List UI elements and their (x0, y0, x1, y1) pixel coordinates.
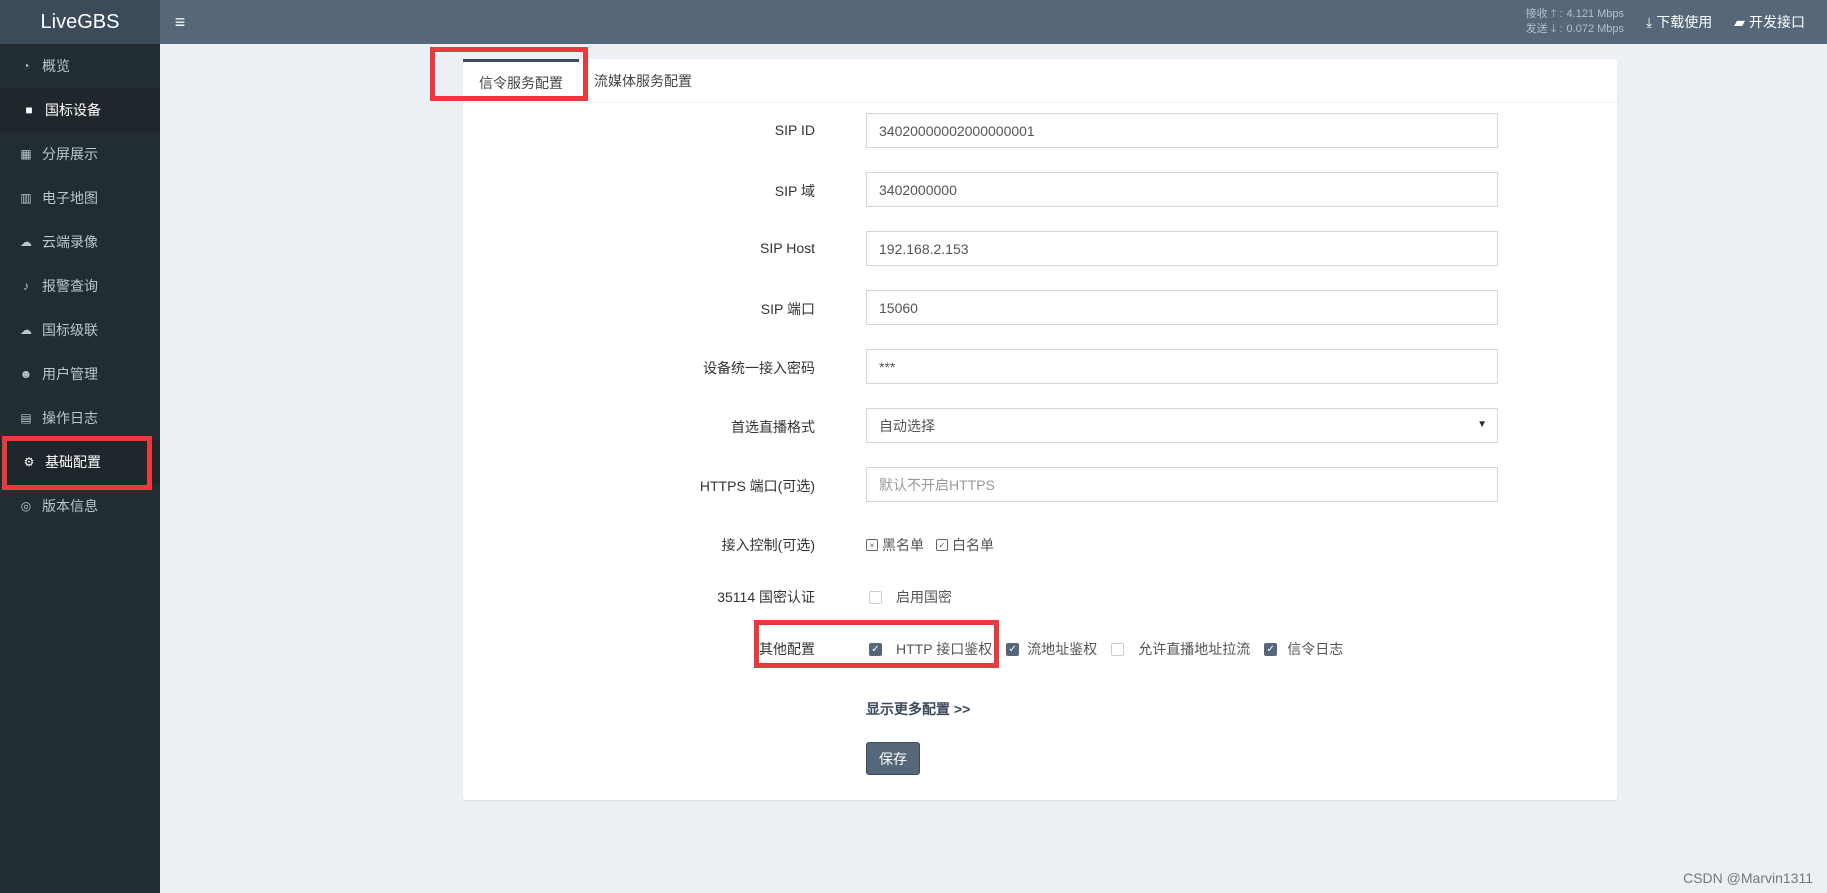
header-right: 接收 🡑 : 4.121 Mbps 发送 🡓 : 0.072 Mbps ⤓ 下载… (1526, 0, 1827, 44)
life-ring-icon: ◎ (20, 499, 32, 513)
save-button[interactable]: 保存 (866, 742, 920, 775)
sidebar-item-label: 版本信息 (42, 498, 98, 514)
watermark: CSDN @Marvin1311 (1683, 870, 1813, 886)
device-password-input[interactable]: *** (866, 349, 1498, 384)
gm-auth-options: 启用国密 (866, 587, 966, 607)
sidebar-item-split-screen[interactable]: ▦ 分屏展示 (0, 132, 160, 176)
sip-log-label: 信令日志 (1287, 641, 1344, 657)
send-label: 发送 🡓 : (1525, 23, 1563, 35)
https-port-input[interactable]: 默认不开启HTTPS (866, 467, 1498, 502)
sidebar-item-label: 基础配置 (45, 454, 101, 470)
send-value: 0.072 Mbps (1566, 23, 1625, 35)
show-more-config-link[interactable]: 显示更多配置 >> (866, 699, 970, 719)
enable-gm-label: 启用国密 (896, 589, 952, 605)
sidebar-item-alarm[interactable]: ♪ 报警查询 (0, 264, 160, 308)
sip-host-input[interactable]: 192.168.2.153 (866, 231, 1498, 266)
video-camera-icon: ■ (25, 103, 33, 117)
chevron-down-icon: ▼ (1477, 419, 1487, 430)
book-icon: ▰ (1734, 13, 1745, 30)
live-format-select[interactable]: 自动选择 ▼ (866, 408, 1498, 443)
live-format-value: 自动选择 (879, 417, 935, 434)
users-icon: ☻ (19, 367, 33, 381)
other-config-label: 其他配置 (759, 641, 815, 657)
whitelist-label: 白名单 (952, 537, 994, 553)
stream-auth-checkbox[interactable]: ✓ (1006, 642, 1020, 656)
app-logo[interactable]: LiveGBS (0, 0, 160, 44)
sip-host-label: SIP Host (760, 240, 815, 256)
api-label: 开发接口 (1749, 14, 1805, 30)
sidebar-menu: ◔ 概览 ■ 国标设备 ▦ 分屏展示 ▥ 电子地图 ☁ 云端录像 ♪ 报警查询 … (0, 44, 160, 528)
cogs-icon: ⚙ (23, 455, 35, 469)
sidebar-item-map[interactable]: ▥ 电子地图 (0, 176, 160, 220)
live-format-label: 首选直播格式 (731, 419, 815, 435)
calendar-check-icon: ✓ (936, 539, 948, 551)
http-auth-label: HTTP 接口鉴权 (896, 641, 993, 657)
cloud-upload-icon: ☁ (20, 323, 32, 337)
sip-port-label: SIP 端口 (760, 301, 815, 317)
sidebar-item-basic-config[interactable]: ⚙ 基础配置 (0, 440, 160, 484)
sidebar-item-users[interactable]: ☻ 用户管理 (0, 352, 160, 396)
sidebar-item-label: 概览 (42, 58, 70, 74)
sidebar-item-cascade[interactable]: ☁ 国标级联 (0, 308, 160, 352)
gm-auth-label: 35114 国密认证 (717, 589, 815, 605)
map-icon: ▥ (20, 191, 32, 205)
sidebar-item-overview[interactable]: ◔ 概览 (0, 44, 160, 88)
sip-log-checkbox[interactable]: ✓ (1264, 642, 1278, 656)
download-link[interactable]: ⤓ 下载使用 (1646, 12, 1712, 32)
menu-toggle-icon[interactable]: ≡ (160, 0, 200, 44)
recv-label: 接收 🡑 : (1525, 8, 1563, 20)
sip-port-input[interactable]: 15060 (866, 290, 1498, 325)
tab-media-service[interactable]: 流媒体服务配置 (585, 59, 701, 103)
config-tabs: 信令服务配置 流媒体服务配置 (463, 59, 1617, 103)
sidebar-item-label: 电子地图 (42, 190, 98, 206)
device-password-label: 设备统一接入密码 (703, 360, 815, 376)
blacklist-button[interactable]: × 黑名单 (866, 535, 924, 555)
sip-id-label: SIP ID (774, 122, 815, 138)
sidebar-item-label: 报警查询 (42, 278, 98, 294)
sidebar-item-label: 操作日志 (42, 410, 98, 426)
sidebar-item-logs[interactable]: ▤ 操作日志 (0, 396, 160, 440)
tab-sip-service[interactable]: 信令服务配置 (463, 59, 579, 103)
sip-domain-label: SIP 域 (774, 183, 815, 199)
enable-gm-checkbox[interactable] (869, 590, 882, 604)
config-panel: 信令服务配置 流媒体服务配置 SIP ID 340200000020000000… (463, 59, 1617, 800)
access-control-options: × 黑名单 ✓ 白名单 (866, 535, 1006, 555)
network-speed: 接收 🡑 : 4.121 Mbps 发送 🡓 : 0.072 Mbps (1526, 7, 1624, 37)
sip-id-input[interactable]: 34020000002000000001 (866, 113, 1498, 148)
stream-auth-label: 流地址鉴权 (1027, 641, 1098, 657)
file-icon: ▤ (20, 411, 32, 425)
grid-icon: ▦ (20, 147, 32, 161)
sip-domain-input[interactable]: 3402000000 (866, 172, 1498, 207)
download-icon: ⤓ (1646, 13, 1653, 30)
sidebar-item-label: 分屏展示 (42, 146, 98, 162)
dashboard-icon: ◔ (22, 59, 30, 73)
sidebar-item-label: 云端录像 (42, 234, 98, 250)
http-auth-checkbox[interactable]: ✓ (869, 642, 882, 656)
https-port-label: HTTPS 端口(可选) (699, 478, 815, 494)
top-header: ≡ 接收 🡑 : 4.121 Mbps 发送 🡓 : 0.072 Mbps ⤓ … (160, 0, 1827, 44)
sidebar-item-version[interactable]: ◎ 版本信息 (0, 484, 160, 528)
bell-icon: ♪ (23, 279, 29, 293)
whitelist-button[interactable]: ✓ 白名单 (936, 535, 994, 555)
sidebar-item-cloud-record[interactable]: ☁ 云端录像 (0, 220, 160, 264)
download-label: 下载使用 (1656, 14, 1713, 30)
access-control-label: 接入控制(可选) (721, 537, 815, 553)
blacklist-label: 黑名单 (882, 537, 924, 553)
allow-pull-checkbox[interactable] (1111, 642, 1125, 656)
cloud-icon: ☁ (20, 235, 32, 249)
allow-pull-label: 允许直播地址拉流 (1138, 641, 1251, 657)
sidebar: LiveGBS ◔ 概览 ■ 国标设备 ▦ 分屏展示 ▥ 电子地图 ☁ 云端录像… (0, 0, 160, 893)
other-config-options: ✓ HTTP 接口鉴权 ✓ 流地址鉴权 允许直播地址拉流 ✓ 信令日志 (866, 639, 1357, 659)
calendar-times-icon: × (866, 539, 878, 551)
api-link[interactable]: ▰ 开发接口 (1734, 12, 1805, 32)
sidebar-item-label: 用户管理 (42, 366, 98, 382)
sidebar-item-label: 国标级联 (42, 322, 98, 338)
recv-value: 4.121 Mbps (1566, 8, 1625, 20)
sidebar-item-gb-devices[interactable]: ■ 国标设备 (0, 88, 160, 132)
sidebar-item-label: 国标设备 (45, 102, 101, 118)
